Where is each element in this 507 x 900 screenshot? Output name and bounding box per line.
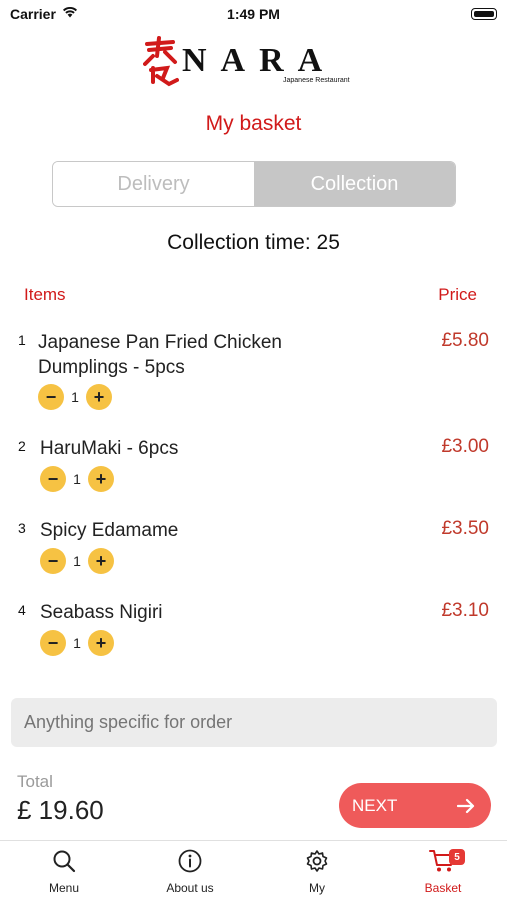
- item-name: Japanese Pan Fried Chicken Dumplings - 5…: [38, 332, 282, 378]
- quantity-value: 1: [71, 389, 79, 405]
- next-label: NEXT: [352, 795, 398, 815]
- order-note-input[interactable]: [11, 698, 497, 747]
- next-button[interactable]: NEXT: [339, 783, 491, 828]
- brand-subtitle: Japanese Restaurant: [283, 77, 350, 84]
- quantity-value: 1: [73, 471, 81, 487]
- decrement-button[interactable]: −: [40, 630, 66, 656]
- item-name: Spicy Edamame: [40, 520, 179, 541]
- quantity-stepper: − 1 +: [38, 384, 112, 410]
- info-icon: [178, 849, 202, 873]
- page-title: My basket: [205, 112, 302, 135]
- tab-menu[interactable]: Menu: [19, 849, 109, 895]
- total-label: Total: [17, 772, 53, 791]
- quantity-value: 1: [73, 553, 81, 569]
- item-price: £3.50: [441, 518, 489, 539]
- item-name: HaruMaki - 6pcs: [40, 438, 179, 459]
- item-price: £3.00: [441, 436, 489, 457]
- delivery-option[interactable]: Delivery: [53, 162, 254, 206]
- tab-label: About us: [166, 881, 214, 895]
- brand-name: NARA: [182, 42, 337, 79]
- tab-label: My: [309, 881, 325, 895]
- tab-label: Menu: [48, 881, 80, 895]
- tab-about-us[interactable]: About us: [145, 849, 235, 895]
- quantity-stepper: − 1 +: [40, 466, 114, 492]
- basket-list[interactable]: 1 Japanese Pan Fried Chicken Dumplings -…: [0, 320, 507, 690]
- list-fade: [0, 680, 507, 690]
- item-price: £5.80: [441, 330, 489, 351]
- increment-button[interactable]: +: [88, 548, 114, 574]
- item-name: Seabass Nigiri: [40, 602, 163, 623]
- quantity-stepper: − 1 +: [40, 548, 114, 574]
- increment-button[interactable]: +: [88, 630, 114, 656]
- decrement-button[interactable]: −: [38, 384, 64, 410]
- status-bar: Carrier 1:49 PM: [0, 0, 507, 28]
- collection-option[interactable]: Collection: [254, 162, 455, 206]
- quantity-value: 1: [73, 635, 81, 651]
- arrow-right-icon: [457, 798, 475, 813]
- quantity-stepper: − 1 +: [40, 630, 114, 656]
- item-index: 3: [18, 520, 26, 536]
- decrement-button[interactable]: −: [40, 466, 66, 492]
- items-header: Items: [24, 285, 66, 304]
- nara-logo-mark: [143, 36, 179, 87]
- tab-bar: Menu About us My 5 Basket: [0, 840, 507, 900]
- item-price: £3.10: [441, 600, 489, 621]
- price-header: Price: [438, 285, 477, 304]
- item-index: 2: [18, 438, 26, 454]
- tab-my[interactable]: My: [272, 849, 362, 895]
- increment-button[interactable]: +: [88, 466, 114, 492]
- decrement-button[interactable]: −: [40, 548, 66, 574]
- search-icon: [53, 850, 76, 873]
- item-index: 1: [18, 332, 26, 348]
- item-index: 4: [18, 602, 26, 618]
- tab-label: Basket: [424, 881, 462, 895]
- total-value: £ 19.60: [17, 795, 104, 825]
- increment-button[interactable]: +: [86, 384, 112, 410]
- clock: 1:49 PM: [227, 6, 280, 22]
- battery-icon: [471, 8, 497, 20]
- gear-icon: [306, 850, 328, 872]
- collection-time: Collection time: 25: [167, 231, 340, 254]
- cart-count-badge: 5: [449, 849, 465, 865]
- mode-toggle: Delivery Collection: [52, 161, 456, 207]
- tab-basket[interactable]: 5 Basket: [398, 849, 488, 895]
